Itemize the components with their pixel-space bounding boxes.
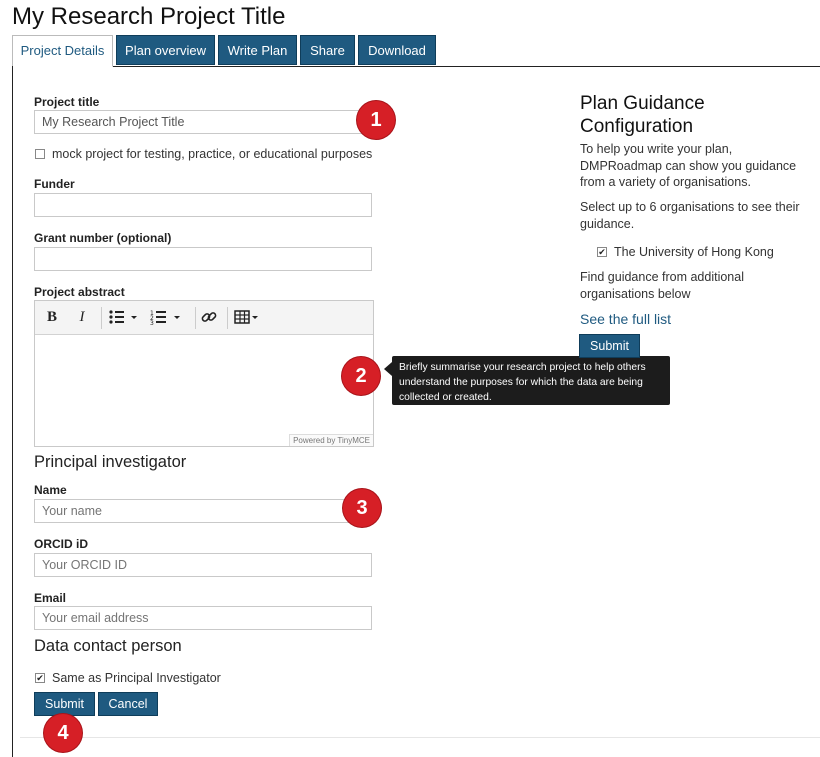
italic-icon[interactable]: I: [73, 307, 91, 327]
principal-investigator-heading: Principal investigator: [34, 453, 187, 471]
svg-text:3: 3: [150, 320, 154, 327]
mock-project-checkbox[interactable]: [35, 149, 45, 159]
orcid-label: ORCID iD: [34, 537, 88, 551]
step-badge-4: 4: [44, 714, 82, 752]
project-title-label: Project title: [34, 95, 100, 109]
numbered-list-icon[interactable]: 1 2 3: [149, 307, 185, 327]
editor-powered-by: Powered by TinyMCE: [289, 434, 373, 446]
step-badge-2: 2: [342, 357, 380, 395]
page-title: My Research Project Title: [12, 3, 286, 30]
tab-bar: Project Details Plan overview Write Plan…: [12, 35, 820, 67]
bullet-list-icon[interactable]: [107, 307, 141, 327]
orcid-input[interactable]: [34, 553, 372, 577]
mock-project-label: mock project for testing, practice, or e…: [52, 147, 373, 161]
tab-project-details[interactable]: Project Details: [12, 35, 113, 67]
name-input[interactable]: [34, 499, 372, 523]
toolbar-separator: [101, 307, 102, 329]
same-as-pi-label: Same as Principal Investigator: [52, 671, 221, 685]
guidance-submit-button[interactable]: Submit: [579, 334, 640, 358]
grant-number-input[interactable]: [34, 247, 372, 271]
tab-download[interactable]: Download: [358, 35, 436, 65]
submit-button[interactable]: Submit: [34, 692, 95, 716]
funder-label: Funder: [34, 177, 75, 191]
project-abstract-editor[interactable]: B I 1 2 3 Powered by TinyMCE: [34, 300, 374, 447]
email-label: Email: [34, 591, 67, 605]
table-icon[interactable]: [233, 307, 263, 327]
abstract-tooltip: Briefly summarise your research project …: [392, 356, 670, 405]
toolbar-separator: [195, 307, 196, 329]
project-title-input[interactable]: [34, 110, 372, 134]
toolbar-separator: [227, 307, 228, 329]
cancel-button[interactable]: Cancel: [98, 692, 158, 716]
guidance-heading: Plan Guidance Configuration: [580, 93, 705, 137]
link-icon[interactable]: [199, 307, 219, 327]
guidance-intro: To help you write your plan, DMPRoadmap …: [580, 142, 797, 189]
guidance-select-text: Select up to 6 organisations to see thei…: [580, 200, 800, 231]
see-full-list-link[interactable]: See the full list: [580, 311, 671, 327]
step-badge-3: 3: [343, 489, 381, 527]
tooltip-arrow: [384, 362, 392, 376]
grant-number-label: Grant number (optional): [34, 231, 172, 245]
panel-divider: [20, 737, 820, 738]
tab-share[interactable]: Share: [300, 35, 355, 65]
org-hku-checkbox[interactable]: ✔: [597, 247, 607, 257]
email-input[interactable]: [34, 606, 372, 630]
guidance-find-text: Find guidance from additional organisati…: [580, 270, 744, 301]
project-abstract-label: Project abstract: [34, 285, 125, 299]
funder-input[interactable]: [34, 193, 372, 217]
step-badge-1: 1: [357, 101, 395, 139]
data-contact-heading: Data contact person: [34, 637, 182, 655]
name-label: Name: [34, 483, 67, 497]
bold-icon[interactable]: B: [43, 307, 61, 327]
tab-plan-overview[interactable]: Plan overview: [116, 35, 215, 65]
tab-write-plan[interactable]: Write Plan: [218, 35, 297, 65]
org-hku-label: The University of Hong Kong: [614, 245, 774, 259]
same-as-pi-checkbox[interactable]: ✔: [35, 673, 45, 683]
editor-toolbar: B I 1 2 3: [35, 301, 373, 335]
